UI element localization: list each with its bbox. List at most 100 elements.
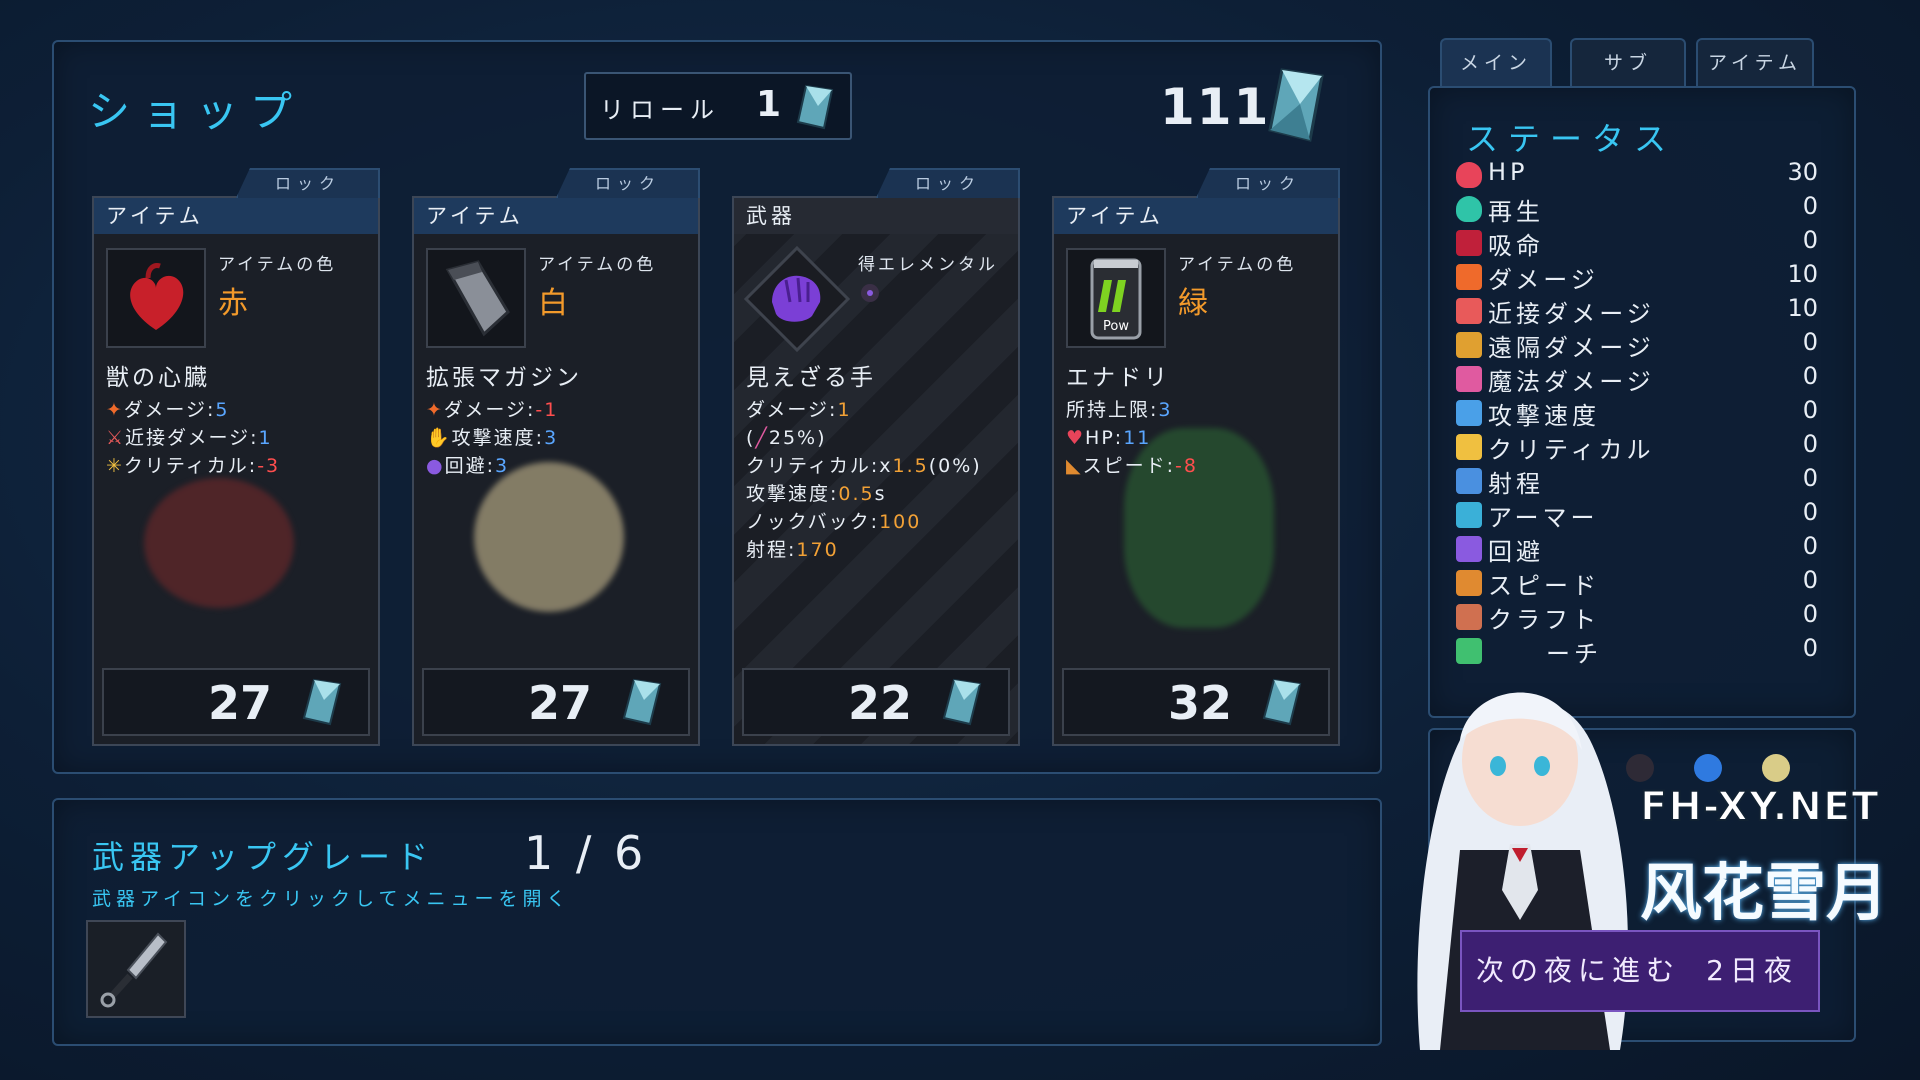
tab-sub[interactable]: サブ <box>1570 38 1686 86</box>
critical-icon: ✳ <box>106 455 124 477</box>
stat-value: -3 <box>257 455 281 477</box>
status-value: 0 <box>1802 430 1818 458</box>
item-color-label: アイテムの色 <box>1178 255 1297 275</box>
wand-icon <box>1456 366 1482 392</box>
stat-line: ✳クリティカル:-3 <box>106 452 280 480</box>
item-color-value: 赤 <box>218 286 248 321</box>
damage-icon <box>1456 264 1482 290</box>
item-color-label: アイテムの色 <box>218 255 337 275</box>
item-shadow <box>144 478 294 608</box>
status-value: 0 <box>1802 600 1818 628</box>
damage-icon: ✦ <box>426 399 444 421</box>
stat-suffix: (0%) <box>928 455 982 477</box>
status-row: ダメージ 10 <box>1456 260 1818 294</box>
status-value: 0 <box>1802 464 1818 492</box>
next-night-button[interactable]: 次の夜に進む 2日夜 <box>1460 930 1820 1012</box>
stat-label: 射程: <box>746 539 797 561</box>
status-value: 0 <box>1802 498 1818 526</box>
buy-button[interactable]: 27 <box>102 668 370 736</box>
stat-line: (╱25%) <box>746 424 982 452</box>
boot-icon <box>1456 570 1482 596</box>
elemental-label: 得エレメンタル <box>858 255 998 275</box>
status-value: 0 <box>1802 532 1818 560</box>
item-stats: 所持上限:3 ♥HP:11 ◣スピード:-8 <box>1066 396 1198 480</box>
invisible-hand-icon <box>743 245 851 353</box>
stat-value: 3 <box>544 427 559 449</box>
crystal-icon <box>622 678 662 726</box>
weapon-slot[interactable] <box>86 920 186 1018</box>
lock-button[interactable]: ロック <box>876 168 1020 198</box>
status-value: 0 <box>1802 192 1818 220</box>
stat-label: ダメージ: <box>746 399 838 421</box>
buy-button[interactable]: 32 <box>1062 668 1330 736</box>
stat-value: 5 <box>215 399 230 421</box>
lifesteal-icon <box>1456 230 1482 256</box>
reroll-button[interactable]: リロール 1 <box>584 72 852 140</box>
status-label: 攻撃速度 <box>1488 402 1600 430</box>
shop-card-4[interactable]: ロック アイテム Pow アイテムの色 緑 エナドリ 所持上限:3 ♥HP:11… <box>1052 168 1340 746</box>
status-value: 0 <box>1802 328 1818 356</box>
status-row: 魔法ダメージ 0 <box>1456 362 1818 396</box>
shop-card-3[interactable]: ロック 武器 得エレメンタル 見えざる手 ダメージ:1 (╱25%) クリティカ… <box>732 168 1020 746</box>
status-label: 回避 <box>1488 538 1544 566</box>
stat-label: ( <box>746 427 756 449</box>
stat-label: クリティカル: <box>123 455 258 477</box>
status-value: 0 <box>1802 226 1818 254</box>
stat-value: 3 <box>1158 399 1173 421</box>
wand-icon: ╱ <box>755 427 769 449</box>
damage-icon: ✦ <box>106 399 124 421</box>
shop-card-2[interactable]: ロック アイテム アイテムの色 白 拡張マガジン ✦ダメージ:-1 ✋攻撃速度:… <box>412 168 700 746</box>
status-row: 近接ダメージ 10 <box>1456 294 1818 328</box>
weapon-price: 22 <box>847 676 912 730</box>
lock-button[interactable]: ロック <box>1196 168 1340 198</box>
stat-label: ダメージ: <box>443 399 536 421</box>
stat-line: ●回避:3 <box>426 452 558 480</box>
lock-button[interactable]: ロック <box>236 168 380 198</box>
stat-value: 1 <box>258 427 273 449</box>
hp-icon: ♥ <box>1066 427 1086 449</box>
earth-element-icon <box>1762 754 1790 782</box>
status-row: 射程 0 <box>1456 464 1818 498</box>
melee-icon <box>1456 298 1482 324</box>
shield-icon <box>1456 502 1482 528</box>
lock-button[interactable]: ロック <box>556 168 700 198</box>
status-label: 魔法ダメージ <box>1488 368 1655 396</box>
status-row: 回避 0 <box>1456 532 1818 566</box>
card-category: 武器 <box>734 198 1018 234</box>
card-category: アイテム <box>414 198 698 234</box>
status-row: クラフト 0 <box>1456 600 1818 634</box>
item-name: 獣の心臓 <box>106 365 210 391</box>
item-price: 32 <box>1167 676 1232 730</box>
item-shadow <box>474 462 624 612</box>
water-element-icon <box>1694 754 1722 782</box>
status-row: 吸命 0 <box>1456 226 1818 260</box>
stat-line: クリティカル:x1.5(0%) <box>746 452 982 480</box>
upgrade-hint: 武器アイコンをクリックしてメニューを開く <box>92 888 571 910</box>
tab-items[interactable]: アイテム <box>1696 38 1814 86</box>
stat-value: 1 <box>837 399 852 421</box>
stat-value: -8 <box>1175 455 1198 477</box>
regen-heart-icon <box>1456 196 1482 222</box>
dark-element-icon <box>861 284 879 302</box>
bow-icon <box>1456 332 1482 358</box>
stat-line: ✦ダメージ:-1 <box>426 396 558 424</box>
critical-icon <box>1456 434 1482 460</box>
stat-value: 0.5 <box>838 483 875 505</box>
stat-label: 攻撃速度: <box>746 483 839 505</box>
attack-speed-icon: ✋ <box>426 427 452 449</box>
shop-card-1[interactable]: ロック アイテム アイテムの色 赤 獣の心臓 ✦ダメージ:5 ⚔近接ダメージ:1… <box>92 168 380 746</box>
status-row: スピード 0 <box>1456 566 1818 600</box>
status-row: 遠隔ダメージ 0 <box>1456 328 1818 362</box>
status-label: クリティカル <box>1488 436 1655 464</box>
stat-suffix: s <box>874 483 887 505</box>
weapon-stats: ダメージ:1 (╱25%) クリティカル:x1.5(0%) 攻撃速度:0.5s … <box>746 396 982 564</box>
buy-button[interactable]: 22 <box>742 668 1010 736</box>
status-label: 近接ダメージ <box>1488 300 1655 328</box>
status-title: ステータス <box>1466 120 1677 158</box>
can-label: Pow <box>1103 319 1129 334</box>
tab-main[interactable]: メイン <box>1440 38 1552 86</box>
item-name: エナドリ <box>1066 365 1170 391</box>
status-value: 0 <box>1802 634 1818 662</box>
buy-button[interactable]: 27 <box>422 668 690 736</box>
stat-line: ⚔近接ダメージ:1 <box>106 424 280 452</box>
